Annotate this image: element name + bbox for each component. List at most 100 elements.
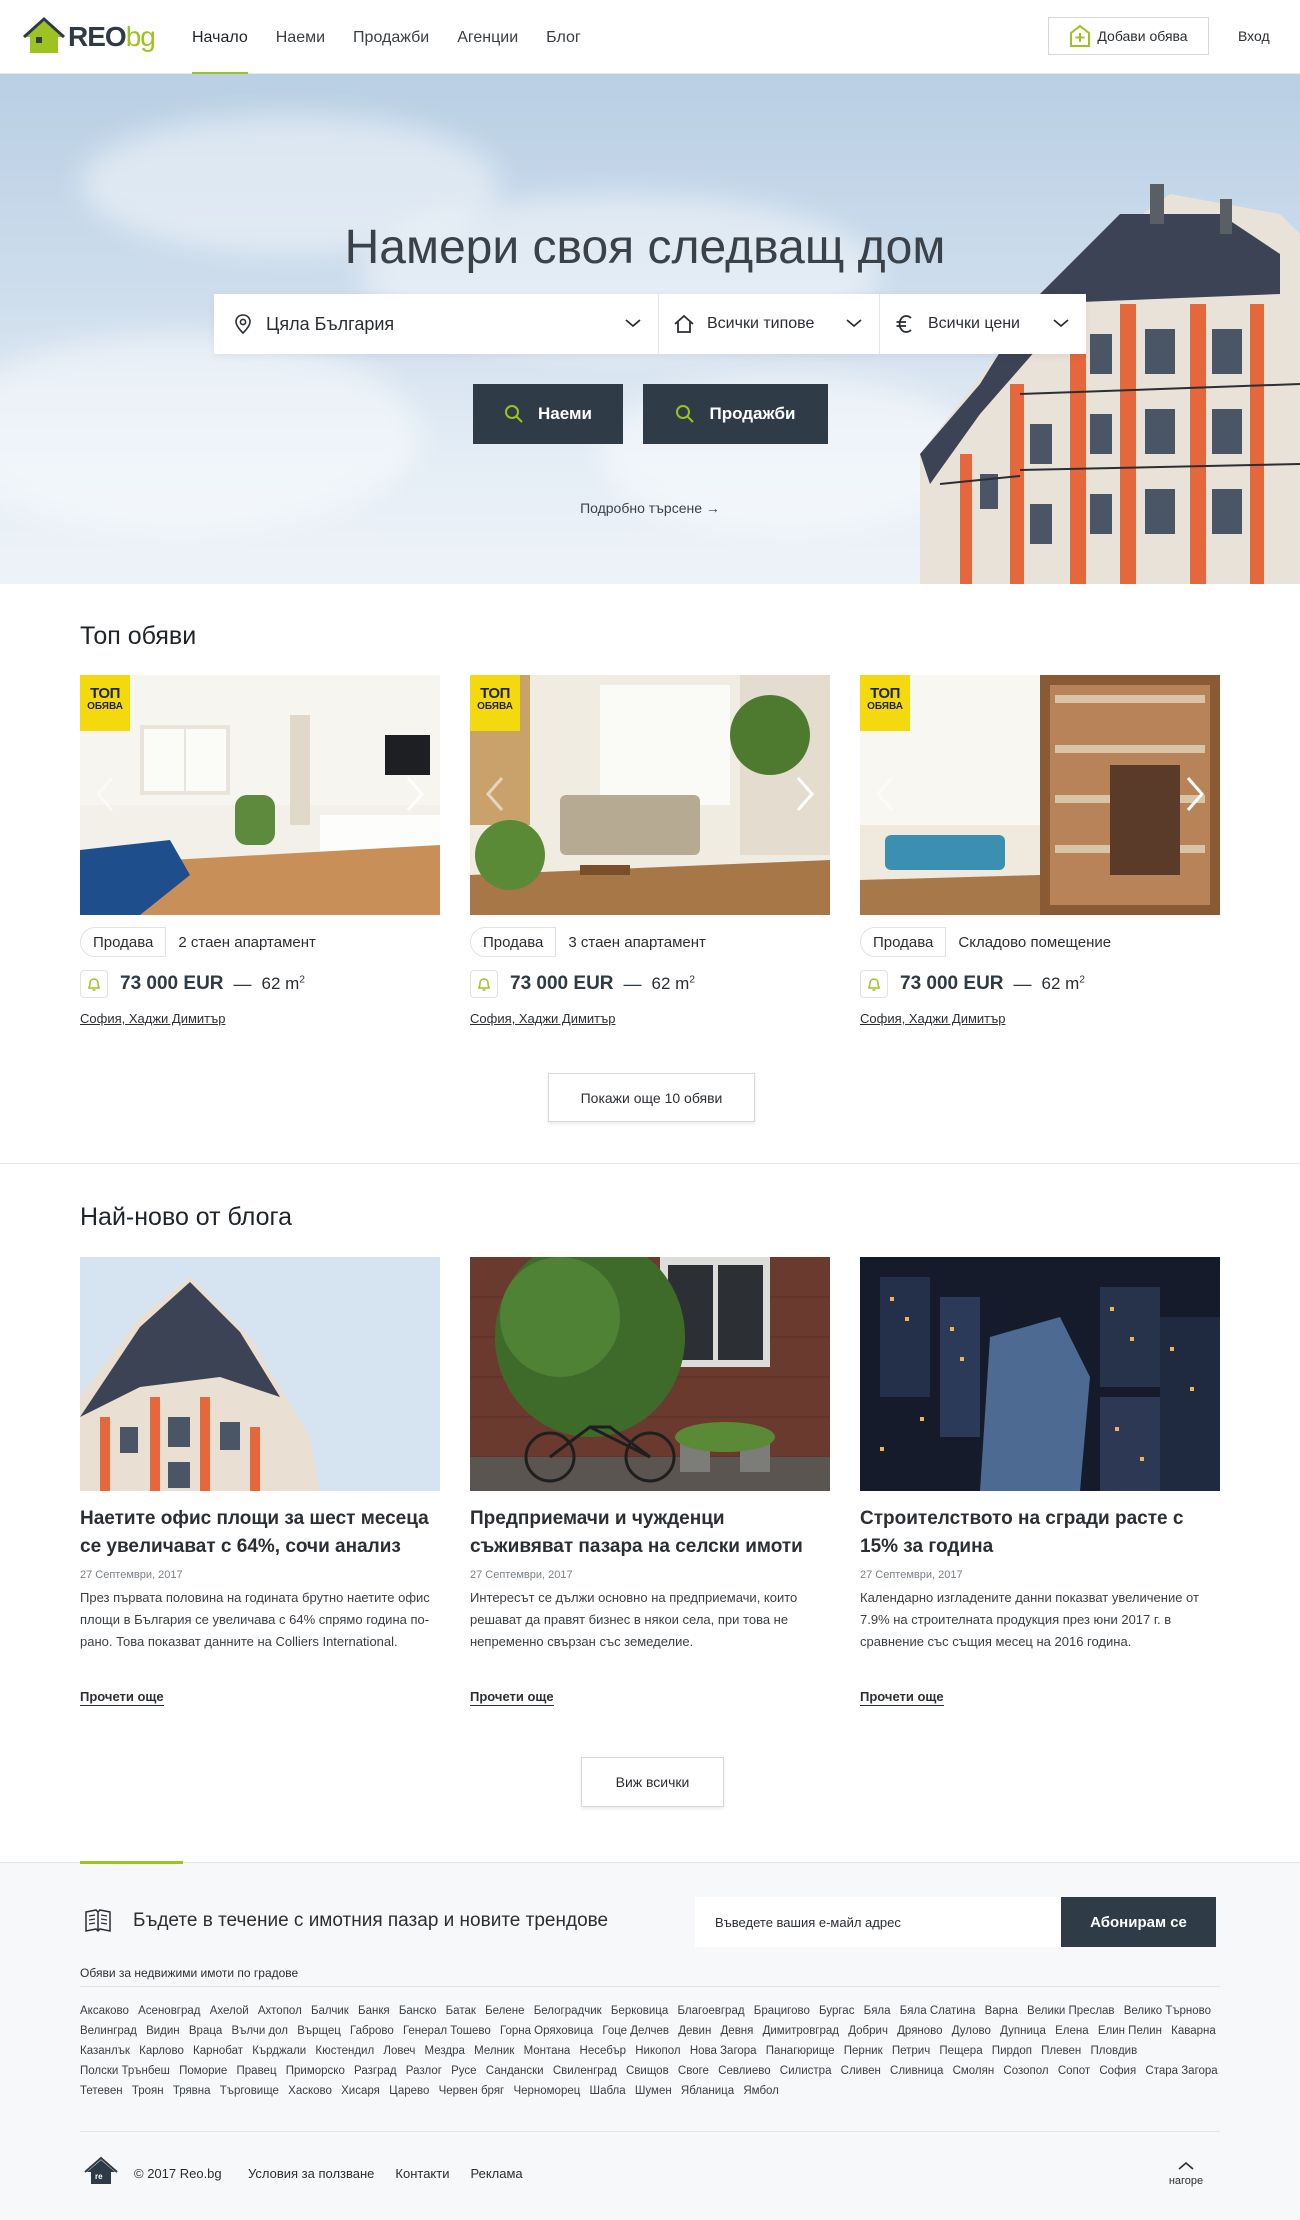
city-link[interactable]: Варна [985, 2005, 1018, 2017]
city-link[interactable]: Ябланица [681, 2085, 734, 2097]
city-link[interactable]: Тетевен [80, 2085, 123, 2097]
city-link[interactable]: Полски Трънбеш [80, 2065, 170, 2077]
city-link[interactable]: Стара Загора [1145, 2065, 1217, 2077]
nav-blog[interactable]: Блог [546, 0, 581, 74]
city-link[interactable]: Сопот [1058, 2065, 1090, 2077]
city-link[interactable]: Дупница [1000, 2025, 1046, 2037]
listing-card[interactable]: ТОП ОБЯВА Продава Складово помещение 73 … [860, 675, 1220, 1055]
terms-link[interactable]: Условия за ползване [248, 2166, 374, 2181]
city-link[interactable]: Мездра [425, 2045, 465, 2057]
city-link[interactable]: Белоградчик [534, 2005, 602, 2017]
city-link[interactable]: Белене [485, 2005, 524, 2017]
city-link[interactable]: Приморско [286, 2065, 345, 2077]
city-link[interactable]: Правец [237, 2065, 277, 2077]
city-link[interactable]: Банкя [358, 2005, 390, 2017]
city-link[interactable]: Вълчи дол [232, 2025, 289, 2037]
read-more-link[interactable]: Прочети още [80, 1689, 164, 1706]
blog-post-image[interactable] [860, 1257, 1220, 1491]
city-link[interactable]: Троян [132, 2085, 164, 2097]
listing-card[interactable]: ТОП ОБЯВА Продава 3 стаен апартамент 73 … [470, 675, 830, 1055]
city-link[interactable]: Дряново [897, 2025, 942, 2037]
city-link[interactable]: Сливница [890, 2065, 943, 2077]
city-link[interactable]: Трявна [173, 2085, 211, 2097]
city-link[interactable]: София [1099, 2065, 1136, 2077]
nav-agencies[interactable]: Агенции [457, 0, 518, 74]
city-link[interactable]: Царево [389, 2085, 429, 2097]
city-link[interactable]: Кърджали [252, 2045, 306, 2057]
city-link[interactable]: Ловеч [383, 2045, 415, 2057]
city-link[interactable]: Созопол [1003, 2065, 1048, 2077]
city-link[interactable]: Аксаково [80, 2005, 129, 2017]
city-link[interactable]: Пещера [939, 2045, 982, 2057]
contacts-link[interactable]: Контакти [395, 2166, 449, 2181]
city-link[interactable]: Бяла Слатина [900, 2005, 976, 2017]
listing-location[interactable]: София, Хаджи Димитър [860, 1011, 1005, 1026]
city-link[interactable]: Карлово [139, 2045, 184, 2057]
city-link[interactable]: Гоце Делчев [602, 2025, 669, 2037]
blog-post[interactable]: Предприемачи и чужденци съживяват пазара… [470, 1257, 830, 1706]
city-link[interactable]: Нова Загора [690, 2045, 757, 2057]
city-link[interactable]: Велико Търново [1124, 2005, 1211, 2017]
city-link[interactable]: Хисаря [341, 2085, 380, 2097]
listing-location[interactable]: София, Хаджи Димитър [470, 1011, 615, 1026]
city-link[interactable]: Черноморец [513, 2085, 580, 2097]
listing-photo[interactable]: ТОП ОБЯВА [860, 675, 1220, 915]
city-link[interactable]: Девня [721, 2025, 754, 2037]
city-link[interactable]: Върщец [297, 2025, 341, 2037]
listing-photo[interactable]: ТОП ОБЯВА [470, 675, 830, 915]
city-link[interactable]: Каварна [1171, 2025, 1216, 2037]
city-link[interactable]: Червен бряг [439, 2085, 505, 2097]
city-link[interactable]: Хасково [288, 2085, 332, 2097]
search-rent-button[interactable]: Наеми [473, 384, 623, 444]
city-link[interactable]: Казанлък [80, 2045, 130, 2057]
alert-button[interactable] [80, 970, 108, 998]
blog-post-title[interactable]: Предприемачи и чужденци съживяват пазара… [470, 1505, 830, 1561]
city-link[interactable]: Мелник [474, 2045, 514, 2057]
subscribe-button[interactable]: Абонирам се [1061, 1897, 1216, 1947]
logo[interactable]: REObg [22, 14, 162, 60]
chevron-right-icon[interactable] [1184, 775, 1206, 813]
city-link[interactable]: Сливен [841, 2065, 881, 2077]
blog-post[interactable]: Наетите офис площи за шест месеца се уве… [80, 1257, 440, 1706]
city-link[interactable]: Видин [146, 2025, 180, 2037]
chevron-right-icon[interactable] [794, 775, 816, 813]
chevron-left-icon[interactable] [94, 775, 116, 813]
listing-location[interactable]: София, Хаджи Димитър [80, 1011, 225, 1026]
city-link[interactable]: Враца [189, 2025, 222, 2037]
city-link[interactable]: Елин Пелин [1098, 2025, 1162, 2037]
type-select[interactable]: Всички типове [659, 294, 880, 354]
city-link[interactable]: Габрово [350, 2025, 394, 2037]
city-link[interactable]: Своге [678, 2065, 709, 2077]
blog-post[interactable]: Строителството на сгради расте с 15% за … [860, 1257, 1220, 1706]
blog-post-title[interactable]: Строителството на сгради расте с 15% за … [860, 1505, 1220, 1561]
read-more-link[interactable]: Прочети още [470, 1689, 554, 1706]
nav-sale[interactable]: Продажби [353, 0, 429, 74]
city-link[interactable]: Благоевград [678, 2005, 745, 2017]
city-link[interactable]: Търговище [220, 2085, 279, 2097]
city-link[interactable]: Берковица [611, 2005, 668, 2017]
city-link[interactable]: Разлог [406, 2065, 442, 2077]
city-link[interactable]: Свищов [626, 2065, 669, 2077]
alert-button[interactable] [470, 970, 498, 998]
city-link[interactable]: Бургас [819, 2005, 854, 2017]
city-link[interactable]: Димитровград [763, 2025, 839, 2037]
city-link[interactable]: Карнобат [193, 2045, 243, 2057]
city-link[interactable]: Балчик [311, 2005, 349, 2017]
city-link[interactable]: Велики Преслав [1027, 2005, 1115, 2017]
city-link[interactable]: Батак [446, 2005, 476, 2017]
city-link[interactable]: Брацигово [754, 2005, 810, 2017]
city-link[interactable]: Ямбол [743, 2085, 779, 2097]
city-link[interactable]: Русе [451, 2065, 476, 2077]
blog-post-image[interactable] [470, 1257, 830, 1491]
city-link[interactable]: Никопол [635, 2045, 680, 2057]
city-link[interactable]: Смолян [953, 2065, 995, 2077]
city-link[interactable]: Севлиево [718, 2065, 770, 2077]
city-link[interactable]: Добрич [848, 2025, 888, 2037]
blog-post-title[interactable]: Наетите офис площи за шест месеца се уве… [80, 1505, 440, 1561]
city-link[interactable]: Шумен [635, 2085, 672, 2097]
advertising-link[interactable]: Реклама [470, 2166, 522, 2181]
city-link[interactable]: Ахелой [210, 2005, 249, 2017]
show-more-listings-button[interactable]: Покажи още 10 обяви [548, 1073, 755, 1122]
city-link[interactable]: Дулово [952, 2025, 991, 2037]
login-link[interactable]: Вход [1238, 28, 1270, 44]
